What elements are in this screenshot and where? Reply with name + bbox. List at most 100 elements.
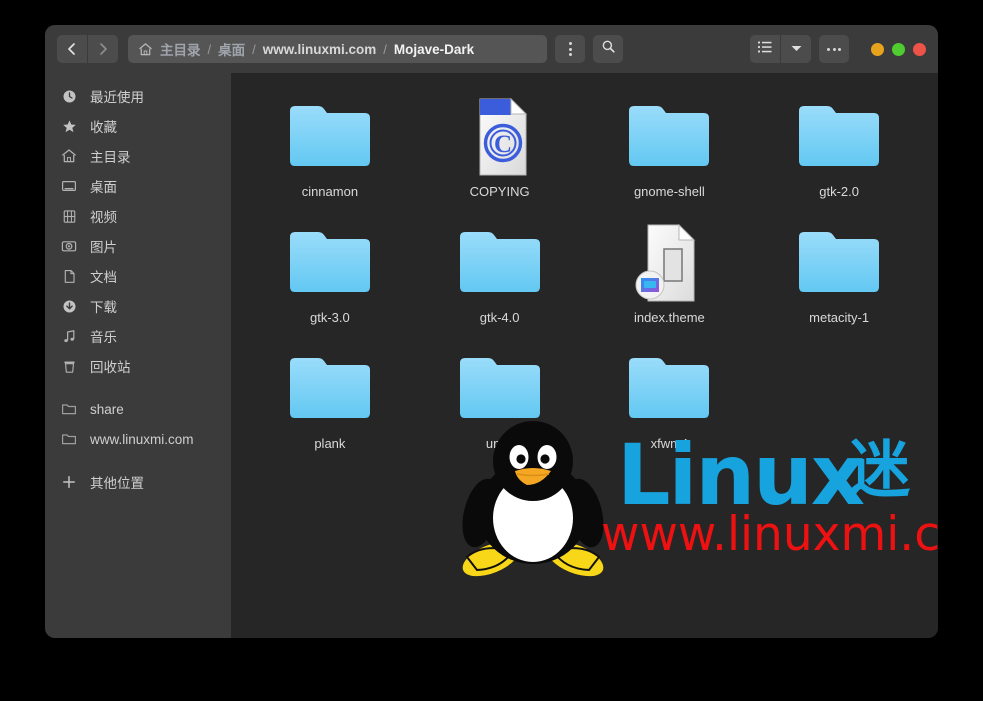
sidebar-divider — [45, 381, 231, 394]
folder-icon — [284, 221, 376, 305]
star-icon — [59, 119, 79, 134]
sidebar-bookmark-linuxmi[interactable]: www.linuxmi.com — [45, 424, 231, 454]
sidebar-item-label: 文档 — [90, 270, 117, 285]
sidebar-item-label: 音乐 — [90, 330, 117, 345]
sidebar-item-trash[interactable]: 回收站 — [45, 351, 231, 381]
breadcrumb-separator: / — [207, 41, 212, 57]
download-icon — [59, 299, 79, 314]
back-button[interactable] — [57, 35, 87, 63]
home-icon — [59, 148, 79, 164]
more-options-button[interactable] — [819, 35, 849, 63]
file-item[interactable]: gnome-shell — [585, 91, 755, 199]
breadcrumb-item-2[interactable]: www.linuxmi.com — [263, 42, 377, 57]
folder-icon — [454, 347, 546, 431]
dots-vertical-icon — [567, 41, 572, 57]
file-item[interactable]: gtk-2.0 — [754, 91, 924, 199]
list-view-icon — [757, 40, 773, 59]
chevron-right-icon — [96, 42, 110, 56]
camera-icon — [59, 238, 79, 254]
copying-document-icon: C — [454, 95, 546, 179]
file-grid: cinnamon C COPYING gnome-shell gtk-2.0 g… — [231, 73, 938, 451]
file-item[interactable]: cinnamon — [245, 91, 415, 199]
file-label: index.theme — [633, 310, 705, 325]
breadcrumb-item-3[interactable]: Mojave-Dark — [394, 42, 474, 57]
sidebar-item-pictures[interactable]: 图片 — [45, 231, 231, 261]
sidebar-bookmark-share[interactable]: share — [45, 394, 231, 424]
folder-icon — [623, 347, 715, 431]
folder-icon — [284, 95, 376, 179]
sidebar-item-desktop[interactable]: 桌面 — [45, 171, 231, 201]
search-icon — [601, 39, 616, 59]
desktop-icon — [59, 178, 79, 194]
sidebar-item-documents[interactable]: 文档 — [45, 261, 231, 291]
breadcrumb-separator: / — [383, 41, 387, 57]
navigation-buttons — [57, 35, 118, 63]
sidebar-item-label: 其他位置 — [90, 476, 144, 491]
breadcrumb-separator: / — [252, 41, 256, 57]
minimize-button[interactable] — [871, 42, 884, 56]
theme-document-icon — [623, 221, 715, 305]
sidebar-item-label: 图片 — [90, 240, 117, 255]
file-item[interactable]: C COPYING — [415, 91, 585, 199]
file-item[interactable]: xfwm4 — [585, 343, 755, 451]
clock-icon — [59, 89, 79, 104]
breadcrumb-item-0[interactable]: 主目录 — [160, 39, 201, 59]
file-label: plank — [314, 436, 346, 451]
sidebar-item-home[interactable]: 主目录 — [45, 141, 231, 171]
file-label: gtk-4.0 — [479, 310, 520, 325]
folder-icon — [454, 221, 546, 305]
sidebar-item-music[interactable]: 音乐 — [45, 321, 231, 351]
folder-icon — [793, 221, 885, 305]
sidebar-item-label: 视频 — [90, 210, 117, 225]
folder-icon — [623, 95, 715, 179]
sidebar-bookmark-label: share — [90, 401, 124, 417]
file-item[interactable]: gtk-4.0 — [415, 217, 585, 325]
forward-button[interactable] — [88, 35, 118, 63]
file-label: gnome-shell — [633, 184, 705, 199]
sidebar-item-recent[interactable]: 最近使用 — [45, 81, 231, 111]
sidebar-item-label: 主目录 — [90, 150, 131, 165]
sidebar-divider — [45, 454, 231, 467]
file-label: COPYING — [469, 184, 530, 199]
plus-icon — [59, 475, 79, 489]
video-icon — [59, 209, 79, 224]
window-body: 最近使用 收藏 主目录 桌面 视频 图片 文档 下载 音乐 回收站 share … — [45, 73, 938, 638]
close-button[interactable] — [913, 42, 926, 56]
sidebar-item-starred[interactable]: 收藏 — [45, 111, 231, 141]
sidebar-item-other-locations[interactable]: 其他位置 — [45, 467, 231, 497]
menu-button[interactable] — [555, 35, 585, 63]
document-icon — [59, 269, 79, 284]
file-item[interactable]: metacity-1 — [754, 217, 924, 325]
file-label: gtk-3.0 — [310, 310, 350, 325]
svg-text:C: C — [494, 131, 512, 158]
maximize-button[interactable] — [892, 42, 905, 56]
file-item[interactable]: gtk-3.0 — [245, 217, 415, 325]
file-item[interactable]: plank — [245, 343, 415, 451]
search-button[interactable] — [593, 35, 623, 63]
sidebar-item-label: 最近使用 — [90, 90, 144, 105]
file-grid-area[interactable]: cinnamon C COPYING gnome-shell gtk-2.0 g… — [231, 73, 938, 638]
folder-outline-icon — [59, 401, 79, 417]
sidebar-item-downloads[interactable]: 下载 — [45, 291, 231, 321]
sidebar-item-label: 桌面 — [90, 180, 117, 195]
file-label: metacity-1 — [809, 310, 870, 325]
chevron-left-icon — [65, 42, 79, 56]
trash-icon — [59, 359, 79, 374]
file-label: xfwm4 — [650, 436, 689, 451]
file-manager-window: 主目录 / 桌面 / www.linuxmi.com / Mojave-Dark — [45, 25, 938, 638]
breadcrumb[interactable]: 主目录 / 桌面 / www.linuxmi.com / Mojave-Dark — [128, 35, 547, 63]
window-controls — [863, 42, 926, 56]
folder-icon — [793, 95, 885, 179]
view-options-button[interactable] — [781, 35, 811, 63]
list-view-button[interactable] — [750, 35, 780, 63]
file-item[interactable]: unity — [415, 343, 585, 451]
folder-outline-icon — [59, 431, 79, 447]
breadcrumb-item-1[interactable]: 桌面 — [218, 39, 245, 59]
file-label: cinnamon — [301, 184, 359, 199]
sidebar-bookmark-label: www.linuxmi.com — [90, 431, 194, 447]
sidebar-item-label: 下载 — [90, 300, 117, 315]
watermark-url: www.linuxmi.com — [601, 507, 938, 562]
file-item[interactable]: index.theme — [585, 217, 755, 325]
home-icon — [138, 42, 153, 57]
sidebar-item-videos[interactable]: 视频 — [45, 201, 231, 231]
